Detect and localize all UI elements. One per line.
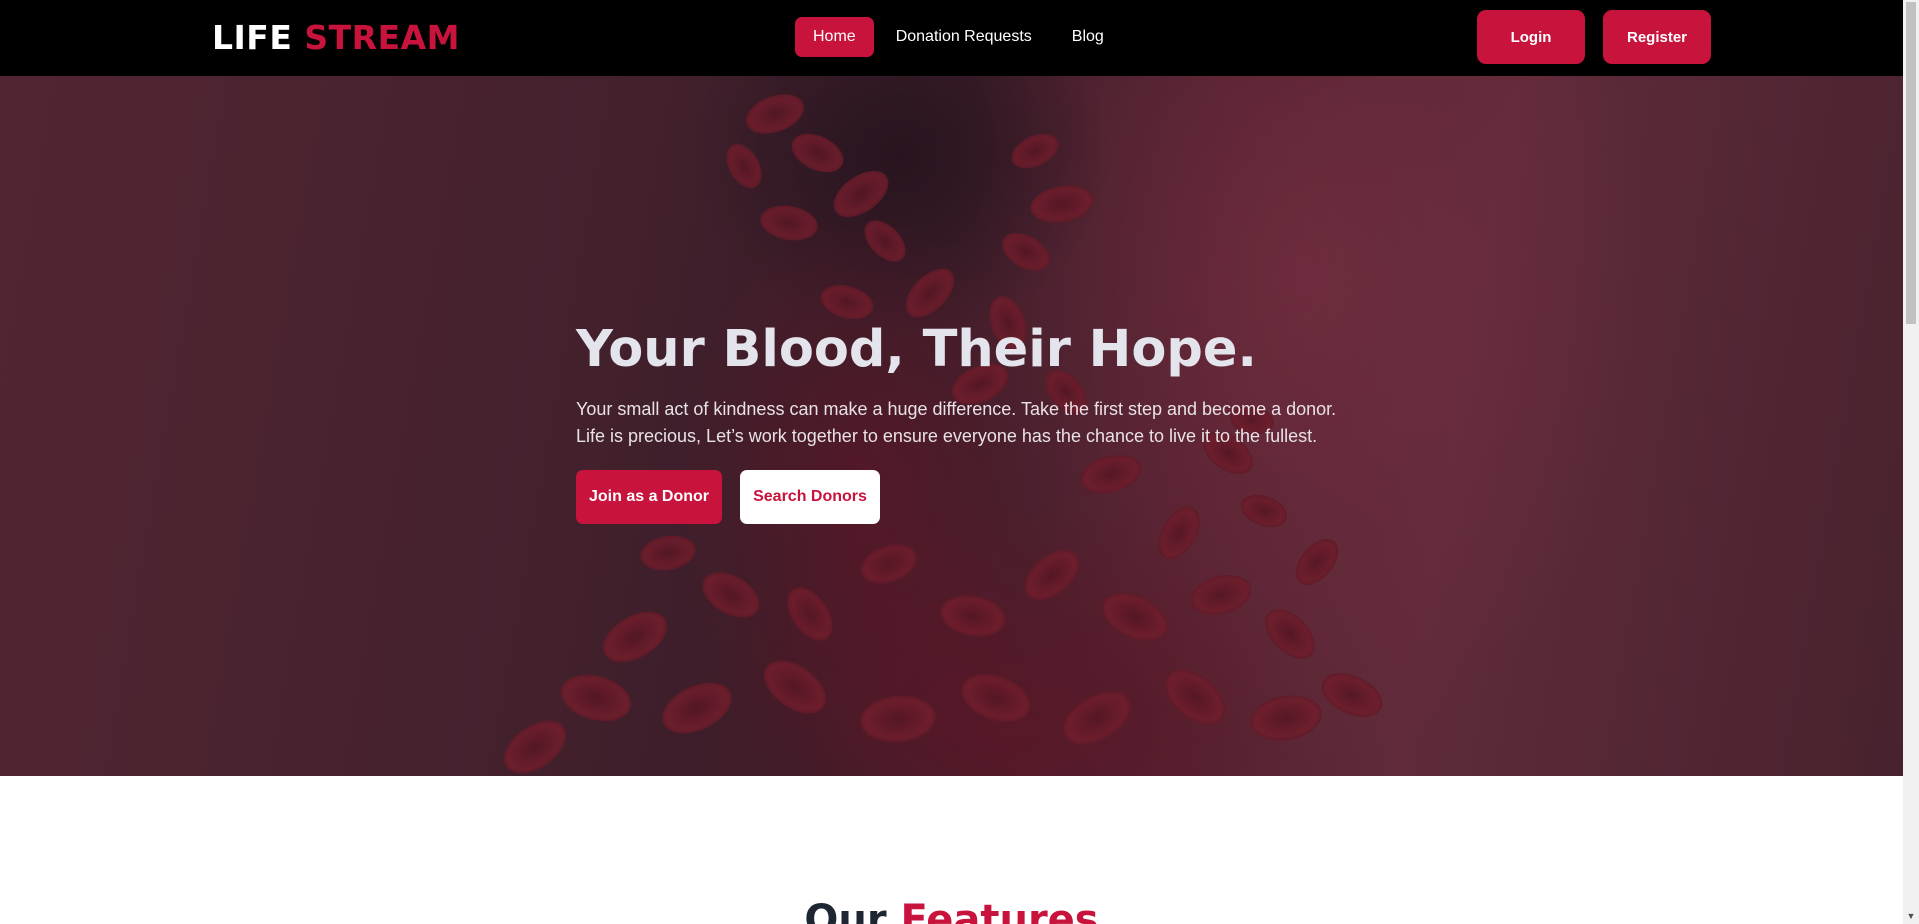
scrollbar-thumb[interactable] [1906,2,1916,324]
logo-text-stream: STREAM [304,18,461,57]
page: LIFE STREAM Home Donation Requests Blog … [0,0,1919,924]
features-heading: Our Features [0,895,1903,924]
hero-banner: Your Blood, Their Hope. Your small act o… [0,76,1903,776]
features-heading-features: Features [900,897,1099,924]
register-button[interactable]: Register [1603,10,1711,64]
join-as-donor-button[interactable]: Join as a Donor [576,470,722,524]
nav-item-home[interactable]: Home [795,17,874,57]
features-heading-our: Our [804,897,887,924]
search-donors-button[interactable]: Search Donors [740,470,880,524]
hero-content: Your Blood, Their Hope. Your small act o… [576,320,1376,524]
hero-subtitle-line-1: Your small act of kindness can make a hu… [576,399,1337,419]
site-logo[interactable]: LIFE STREAM [212,18,460,58]
nav-item-donation-requests[interactable]: Donation Requests [878,17,1050,57]
logo-text-life: LIFE [212,18,293,57]
auth-buttons: Login Register [1477,10,1711,64]
nav-item-blog[interactable]: Blog [1054,17,1122,57]
chevron-down-icon[interactable]: ▼ [1906,910,1916,922]
hero-subtitle: Your small act of kindness can make a hu… [576,396,1376,450]
hero-subtitle-line-2: Life is precious, Let’s work together to… [576,426,1318,446]
page-scrollbar[interactable]: ▼ [1903,0,1919,924]
hero-title: Your Blood, Their Hope. [576,320,1257,379]
hero-actions: Join as a Donor Search Donors [576,470,1376,524]
main-nav: Home Donation Requests Blog [795,17,1122,57]
login-button[interactable]: Login [1477,10,1585,64]
navbar: LIFE STREAM Home Donation Requests Blog … [0,0,1903,76]
